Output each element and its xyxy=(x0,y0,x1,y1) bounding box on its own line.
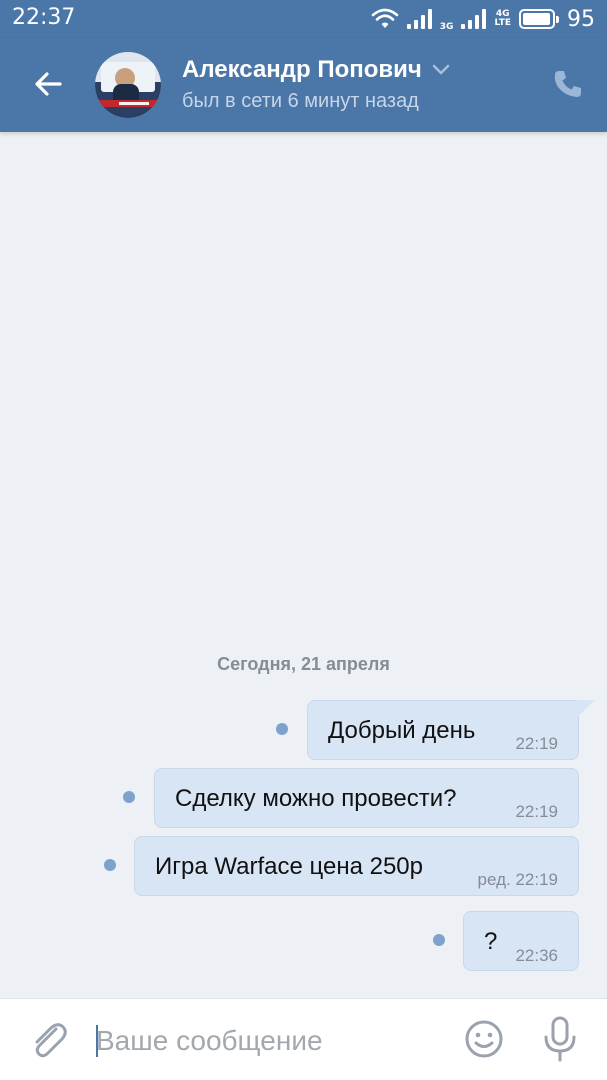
message-text: Сделку можно провести? xyxy=(175,785,457,812)
battery-percent: 95 xyxy=(567,6,595,32)
network-type-3g: 3G xyxy=(439,22,454,32)
status-bar: 22:37 3G 4G LTE 95 xyxy=(0,0,607,38)
smile-icon[interactable] xyxy=(462,1017,506,1061)
unread-indicator xyxy=(123,791,135,803)
avatar-photo xyxy=(95,52,161,118)
signal-bars-icon-2 xyxy=(461,9,487,29)
paperclip-icon[interactable] xyxy=(26,1017,70,1061)
status-time: 22:37 xyxy=(12,5,76,30)
message-text: Добрый день xyxy=(328,717,476,744)
contact-name-row[interactable]: Александр Попович xyxy=(182,56,450,84)
unread-indicator xyxy=(104,859,116,871)
battery-fill xyxy=(523,13,550,25)
signal-bars-icon xyxy=(406,9,432,29)
contact-name: Александр Попович xyxy=(182,56,422,83)
text-cursor xyxy=(96,1025,98,1057)
message-time: 22:36 xyxy=(515,946,558,965)
unread-indicator xyxy=(276,723,288,735)
message-text: Игра Warface цена 250р xyxy=(155,853,423,880)
network-type-4g-lte: 4G LTE xyxy=(494,10,511,28)
unread-indicator xyxy=(433,934,445,946)
wifi-icon xyxy=(371,8,399,28)
network-type-lte: LTE xyxy=(494,18,511,28)
message-bubble[interactable]: Добрый день 22:19 xyxy=(307,700,579,760)
message-edited-time: ред. 22:19 xyxy=(477,870,558,889)
chevron-down-icon xyxy=(432,64,450,75)
avatar[interactable] xyxy=(95,52,161,118)
message-composer: Ваше сообщение xyxy=(0,998,607,1080)
date-separator: Сегодня, 21 апреля xyxy=(217,654,390,674)
message-input[interactable]: Ваше сообщение xyxy=(96,1021,436,1061)
message-text: ? xyxy=(484,928,498,955)
chat-header: Александр Попович был в сети 6 минут наз… xyxy=(0,38,607,132)
bubble-tail xyxy=(577,700,595,717)
message-bubble[interactable]: Сделку можно провести? 22:19 xyxy=(154,768,579,828)
battery-icon xyxy=(519,9,559,29)
status-icons: 3G 4G LTE 95 xyxy=(371,6,595,32)
phone-icon[interactable] xyxy=(550,66,586,102)
message-bubble[interactable]: Игра Warface цена 250р ред. 22:19 xyxy=(134,836,579,896)
back-arrow-icon[interactable] xyxy=(30,66,66,102)
message-bubble[interactable]: ? 22:36 xyxy=(463,911,579,971)
message-time: 22:19 xyxy=(515,802,558,821)
microphone-icon[interactable] xyxy=(538,1015,582,1063)
last-seen-status: был в сети 6 минут назад xyxy=(182,90,419,112)
message-time: 22:19 xyxy=(515,734,558,753)
